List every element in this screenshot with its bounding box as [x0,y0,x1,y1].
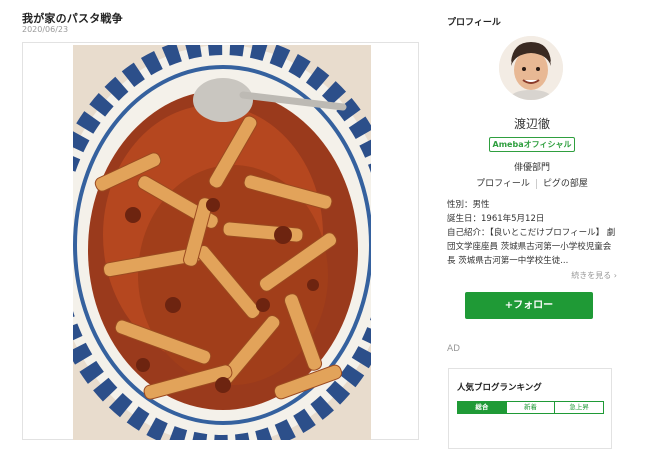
ranking-title: 人気ブログランキング [457,383,542,393]
profile-category[interactable]: 俳優部門 [447,160,617,173]
follow-button[interactable]: +フォロー [465,292,593,319]
pasta-photo[interactable] [73,45,371,440]
profile-birthday: 誕生日：1961年5月12日 [447,214,545,224]
article-image-frame [22,42,419,440]
tab-new[interactable]: 新着 [505,402,555,413]
profile-name[interactable]: 渡辺徹 [447,115,617,132]
tab-rising[interactable]: 急上昇 [554,402,603,413]
ad-label: AD [447,344,461,354]
profile-heading: プロフィール [447,18,501,28]
article-date: 2020/06/23 [22,25,69,34]
chevron-right-icon: › [613,271,617,280]
article: 我が家のパスタ戦争 2020/06/23 [22,0,422,449]
official-badge: Amebaオフィシャル [489,137,575,152]
pig-room-link[interactable]: ピグの部屋 [543,179,588,189]
link-divider [535,178,537,189]
profile-sidebar: プロフィール 渡辺徹 Amebaオフィシャル 俳優部門 プロフィール ピグの部屋 … [447,0,617,449]
read-more-link[interactable]: 続きを見る › [571,270,617,281]
read-more-label: 続きを見る [571,271,612,280]
pasta-photo-image [73,45,371,440]
profile-gender: 性別：男性 [447,200,490,210]
profile-intro: 自己紹介：【良いとこだけプロフィール】 劇団文学座座員 茨城県古河第一小学校児童… [447,228,616,266]
profile-links: プロフィール ピグの部屋 [447,176,617,189]
profile-info: 性別：男性 誕生日：1961年5月12日 自己紹介：【良いとこだけプロフィール】… [447,198,617,268]
avatar-image [499,36,563,100]
avatar[interactable] [499,36,563,100]
profile-link[interactable]: プロフィール [476,179,530,189]
tab-overall[interactable]: 総合 [458,402,506,413]
ranking-widget: 人気ブログランキング 総合 新着 急上昇 [448,368,612,449]
article-title[interactable]: 我が家のパスタ戦争 [22,10,123,26]
ranking-tabs: 総合 新着 急上昇 [457,401,604,414]
